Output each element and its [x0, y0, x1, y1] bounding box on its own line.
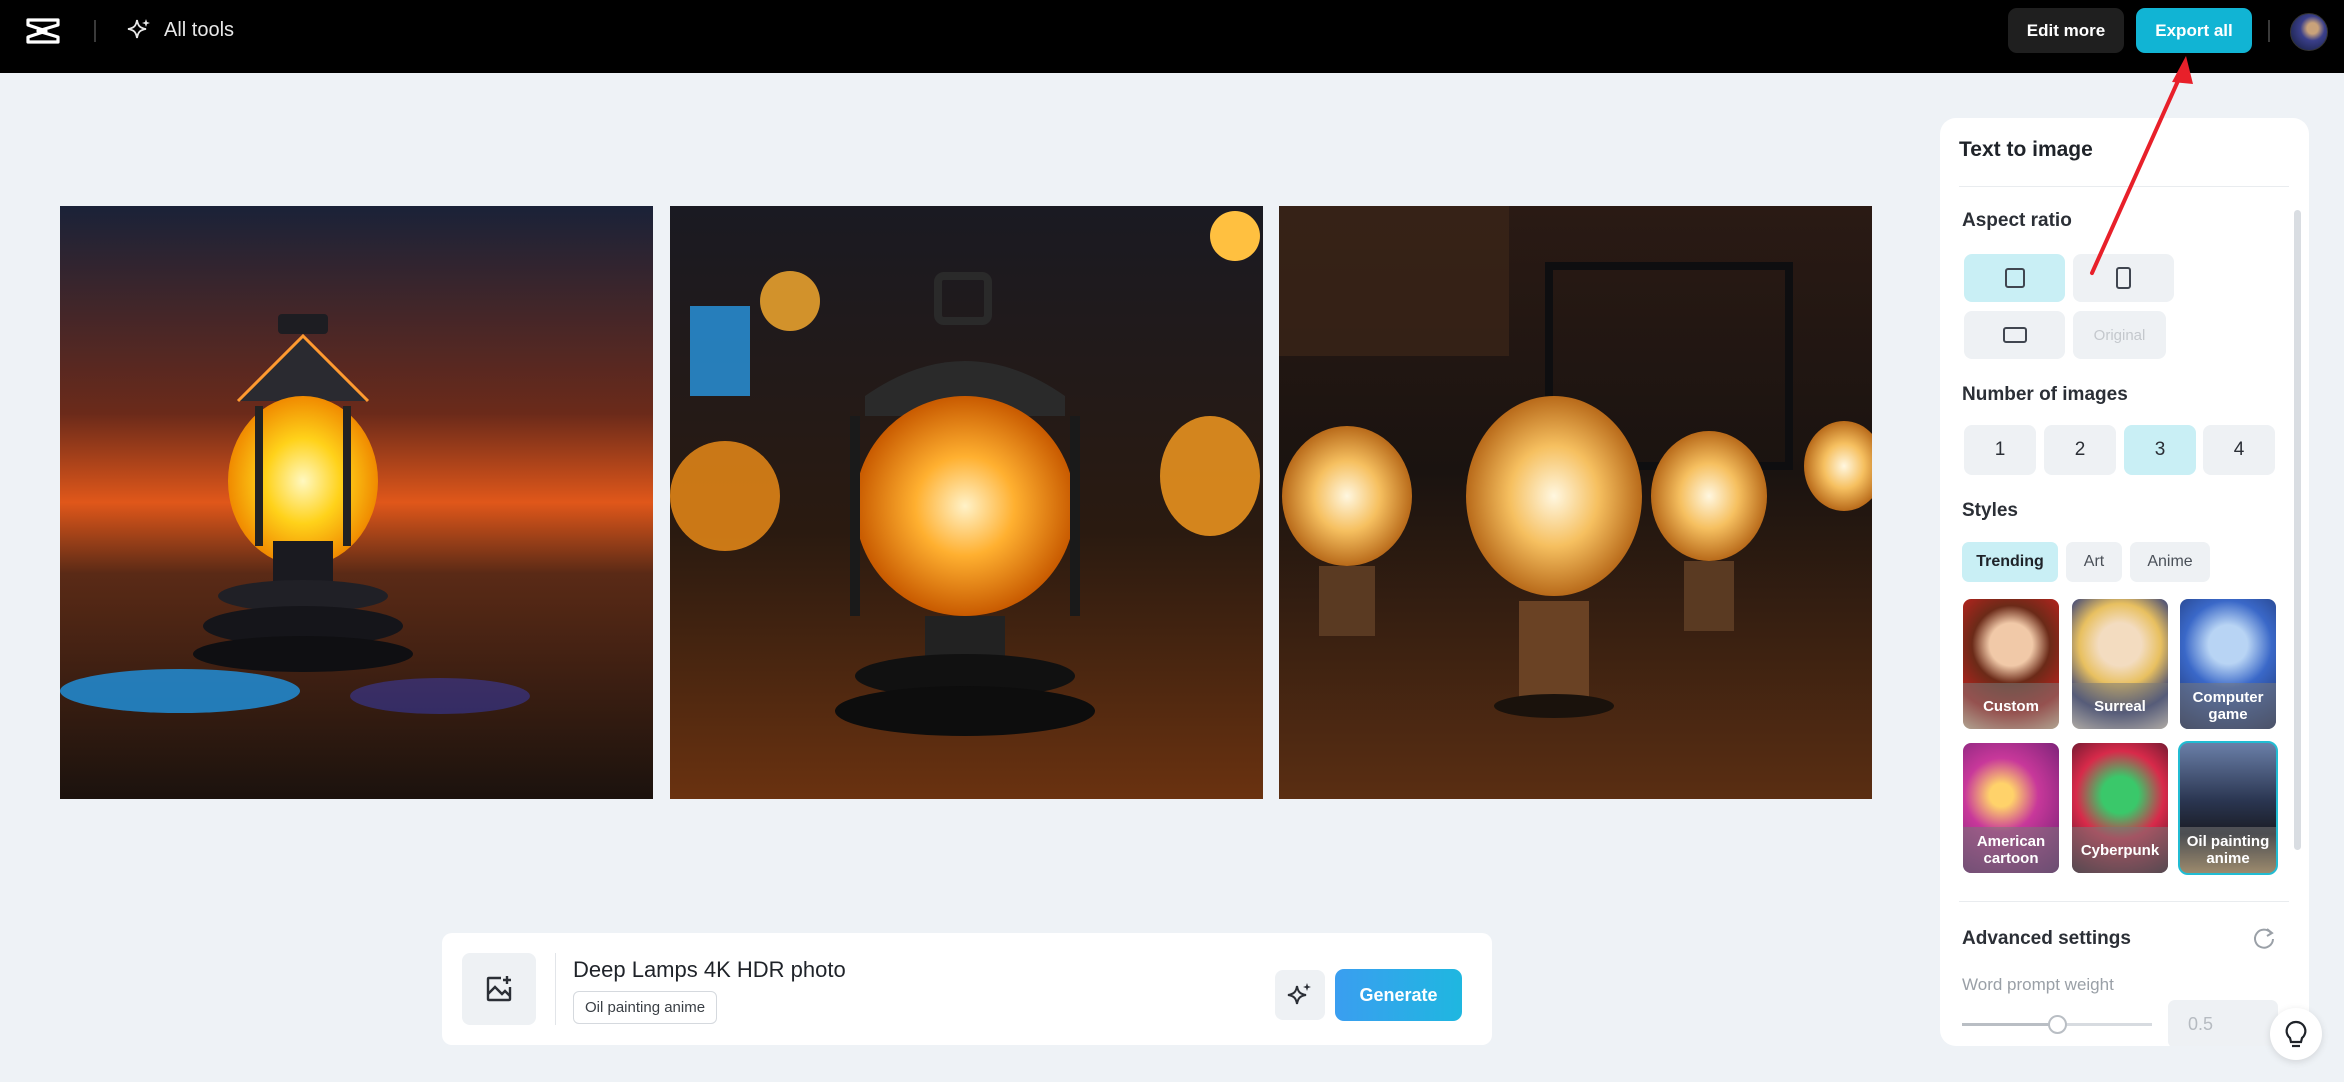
export-all-button[interactable]: Export all [2136, 8, 2252, 53]
style-tile-cyberpunk[interactable]: Cyberpunk [2072, 743, 2168, 873]
tab-anime[interactable]: Anime [2130, 542, 2210, 582]
aspect-ratio-landscape-button[interactable] [1964, 311, 2065, 359]
edit-more-button[interactable]: Edit more [2008, 8, 2124, 53]
number-option-4[interactable]: 4 [2203, 425, 2275, 475]
lightbulb-icon [2285, 1020, 2307, 1048]
style-tag[interactable]: Oil painting anime [573, 991, 718, 1024]
sparkle-icon [127, 19, 150, 39]
style-tile-label: Surreal [2072, 683, 2168, 729]
generated-image-2[interactable] [670, 206, 1263, 799]
number-option-2[interactable]: 2 [2044, 425, 2116, 475]
style-tile-label: Oil painting anime [2180, 827, 2276, 873]
topbar-divider [94, 20, 96, 42]
generated-image-1[interactable] [60, 206, 653, 799]
aspect-ratio-original-button[interactable]: Original [2073, 311, 2166, 359]
all-tools-button[interactable]: All tools [126, 14, 234, 46]
style-tile-label: American cartoon [1963, 827, 2059, 873]
capcut-logo[interactable] [24, 14, 62, 48]
style-tile-label: Cyberpunk [2072, 827, 2168, 873]
aspect-ratio-label: Aspect ratio [1962, 210, 2072, 231]
advanced-settings-label[interactable]: Advanced settings [1962, 928, 2131, 950]
add-image-icon [486, 976, 512, 1002]
help-button[interactable] [2270, 1008, 2322, 1060]
tab-trending[interactable]: Trending [1962, 542, 2058, 582]
enhance-prompt-button[interactable] [1275, 970, 1325, 1020]
prompt-input[interactable]: Deep Lamps 4K HDR photo [573, 957, 846, 983]
styles-label: Styles [1962, 500, 2018, 521]
upload-image-button[interactable] [462, 953, 536, 1025]
slider-fill [1962, 1023, 2057, 1026]
number-of-images-label: Number of images [1962, 384, 2128, 405]
topbar-divider [2268, 20, 2270, 42]
generated-image-3[interactable] [1279, 206, 1872, 799]
tab-art[interactable]: Art [2066, 542, 2122, 582]
style-tile-label: Custom [1963, 683, 2059, 729]
landscape-ratio-icon [2002, 327, 2027, 343]
panel-title: Text to image [1959, 138, 2093, 161]
all-tools-label: All tools [164, 18, 235, 41]
square-ratio-icon [2004, 268, 2025, 288]
style-tile-american-cartoon[interactable]: American cartoon [1963, 743, 2059, 873]
number-option-1[interactable]: 1 [1964, 425, 2036, 475]
settings-panel: Text to image Aspect ratio Original Numb… [1940, 118, 2309, 1046]
style-tile-custom[interactable]: Custom [1963, 599, 2059, 729]
prompt-bar: Deep Lamps 4K HDR photo Oil painting ani… [442, 933, 1492, 1045]
reset-icon[interactable] [2251, 925, 2277, 951]
generate-button[interactable]: Generate [1335, 969, 1462, 1021]
prompt-divider [555, 953, 556, 1025]
top-bar: All tools Edit more Export all [0, 0, 2344, 73]
aspect-ratio-square-button[interactable] [1964, 254, 2065, 302]
avatar[interactable] [2290, 13, 2328, 51]
advanced-divider [1959, 901, 2289, 902]
style-tile-surreal[interactable]: Surreal [2072, 599, 2168, 729]
word-prompt-weight-label: Word prompt weight [1962, 975, 2114, 994]
aspect-ratio-portrait-button[interactable] [2073, 254, 2174, 302]
panel-divider [1959, 186, 2289, 187]
style-tile-label: Computer game [2180, 683, 2276, 729]
portrait-ratio-icon [2116, 267, 2131, 289]
panel-scrollbar[interactable] [2294, 210, 2301, 850]
magic-sparkle-icon [1287, 983, 1311, 1005]
slider-handle[interactable] [2047, 1015, 2067, 1034]
style-tile-oil-painting-anime[interactable]: Oil painting anime [2178, 741, 2278, 875]
number-option-3[interactable]: 3 [2124, 425, 2196, 475]
word-prompt-weight-input[interactable]: 0.5 [2168, 1000, 2278, 1046]
style-tile-computer-game[interactable]: Computer game [2180, 599, 2276, 729]
